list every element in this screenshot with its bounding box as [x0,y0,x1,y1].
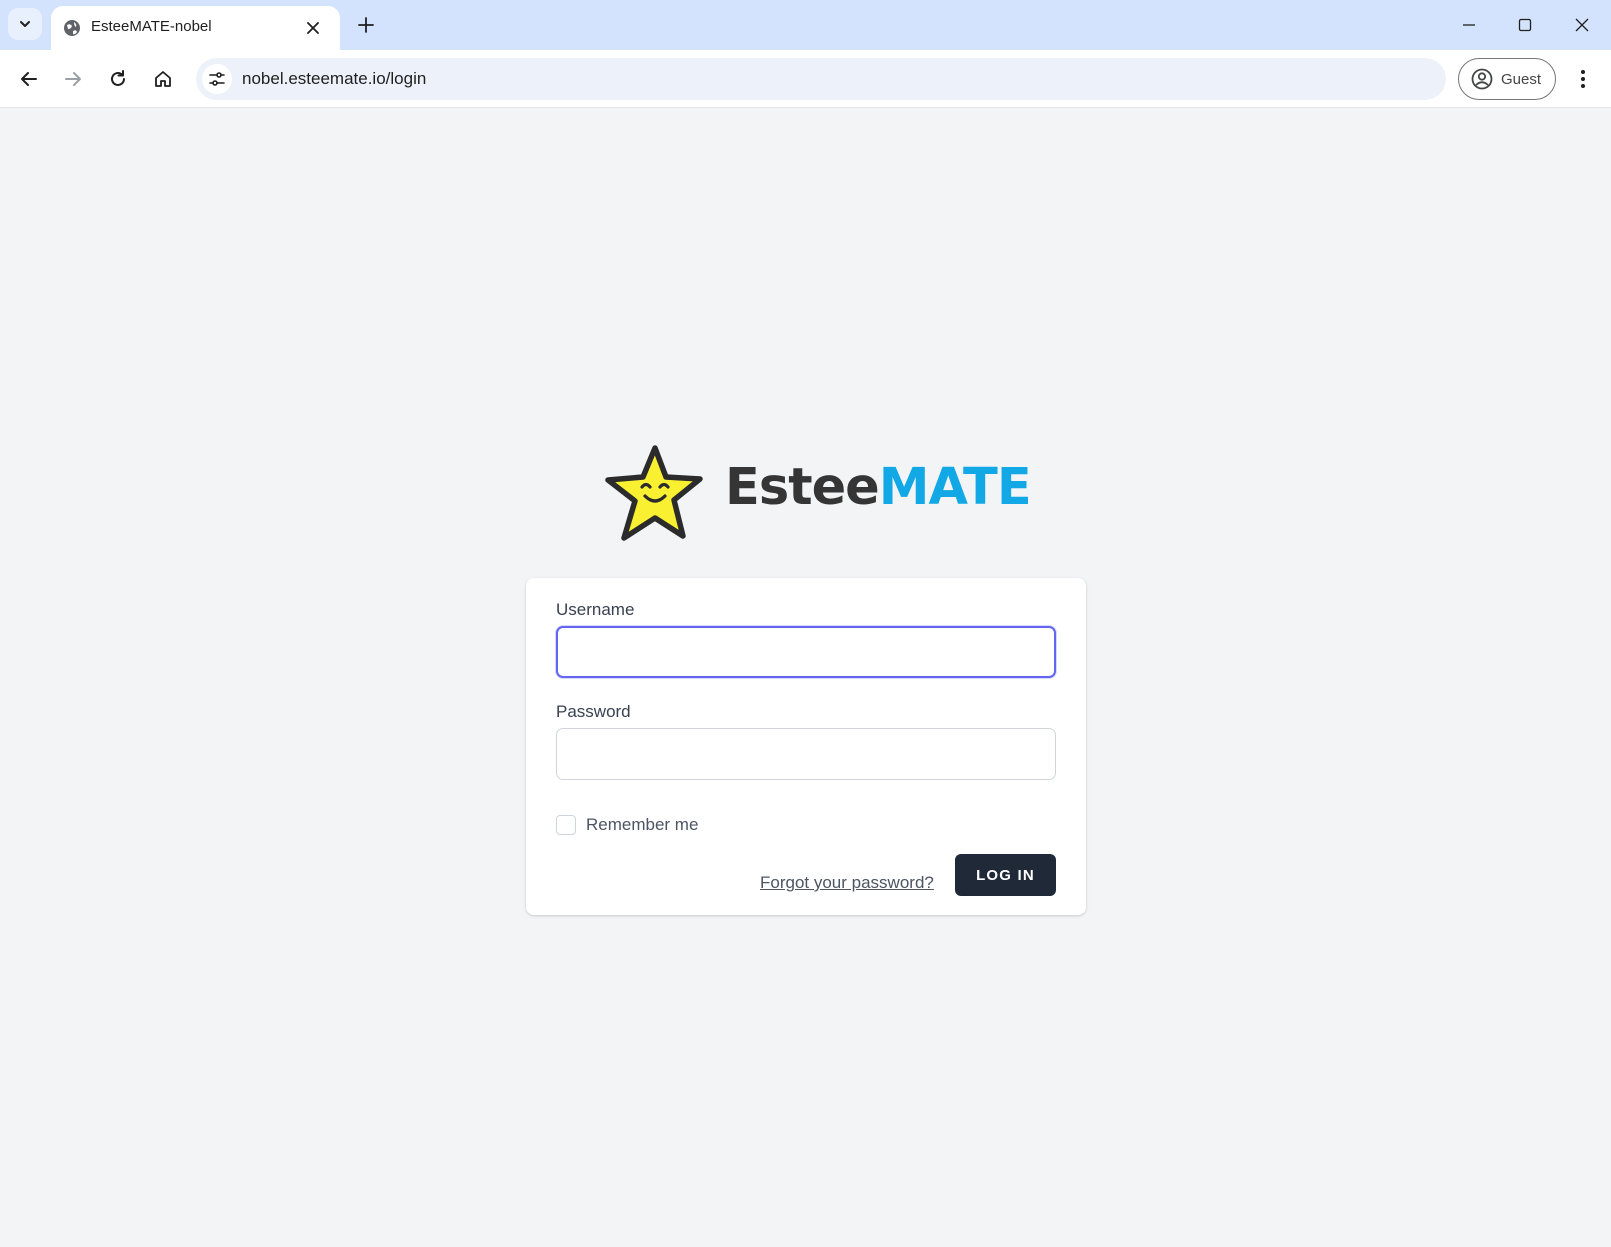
esteemate-logo: EsteeMATE [603,444,1032,544]
browser-titlebar: EsteeMATE-nobel [0,0,1611,50]
page-content: EsteeMATE Username Password Remember me … [0,108,1611,1247]
minimize-button[interactable] [1449,10,1489,40]
close-window-button[interactable] [1562,10,1602,40]
reload-icon [111,70,125,86]
forgot-password-link[interactable]: Forgot your password? [760,873,934,893]
more-vert-icon [1581,70,1585,88]
address-bar[interactable]: nobel.esteemate.io/login [196,58,1446,100]
arrow-left-icon [21,72,37,86]
forward-button[interactable] [56,62,90,96]
globe-icon [64,20,80,36]
logo-wordmark: EsteeMATE [725,458,1032,517]
browser-tab-active[interactable]: EsteeMATE-nobel [51,6,340,50]
tab-close-button[interactable] [301,16,325,40]
login-button[interactable]: LOG IN [955,854,1056,896]
star-mascot-icon [605,445,703,541]
tab-title: EsteeMATE-nobel [91,18,212,35]
username-input[interactable] [556,626,1056,678]
password-input[interactable] [556,728,1056,780]
tab-search-button[interactable] [8,8,42,40]
url-text: nobel.esteemate.io/login [242,69,427,88]
home-button[interactable] [146,62,180,96]
chevron-down-icon [20,21,30,27]
close-icon [307,22,319,34]
plus-icon [358,17,374,33]
profile-label: Guest [1501,70,1542,88]
browser-toolbar: nobel.esteemate.io/login Guest [0,50,1611,108]
browser-menu-button[interactable] [1568,62,1598,96]
maximize-icon [1518,18,1532,32]
logo-text-part2: MATE [878,458,1032,517]
back-button[interactable] [12,62,46,96]
password-label: Password [556,702,631,721]
profile-button[interactable]: Guest [1458,58,1556,100]
new-tab-button[interactable] [352,11,380,39]
site-info-button[interactable] [202,64,232,94]
logo-text-part1: Estee [725,458,880,517]
minimize-icon [1463,24,1475,26]
login-card: Username Password Remember me Forgot you… [526,578,1086,915]
remember-me-checkbox[interactable] [556,815,576,835]
remember-me-label[interactable]: Remember me [586,815,698,835]
account-circle-icon [1471,68,1493,90]
home-icon [155,71,171,87]
close-icon [1575,18,1589,32]
username-label: Username [556,600,635,619]
reload-button[interactable] [101,62,135,96]
maximize-button[interactable] [1505,10,1545,40]
arrow-right-icon [65,72,81,86]
tune-icon [209,72,225,86]
